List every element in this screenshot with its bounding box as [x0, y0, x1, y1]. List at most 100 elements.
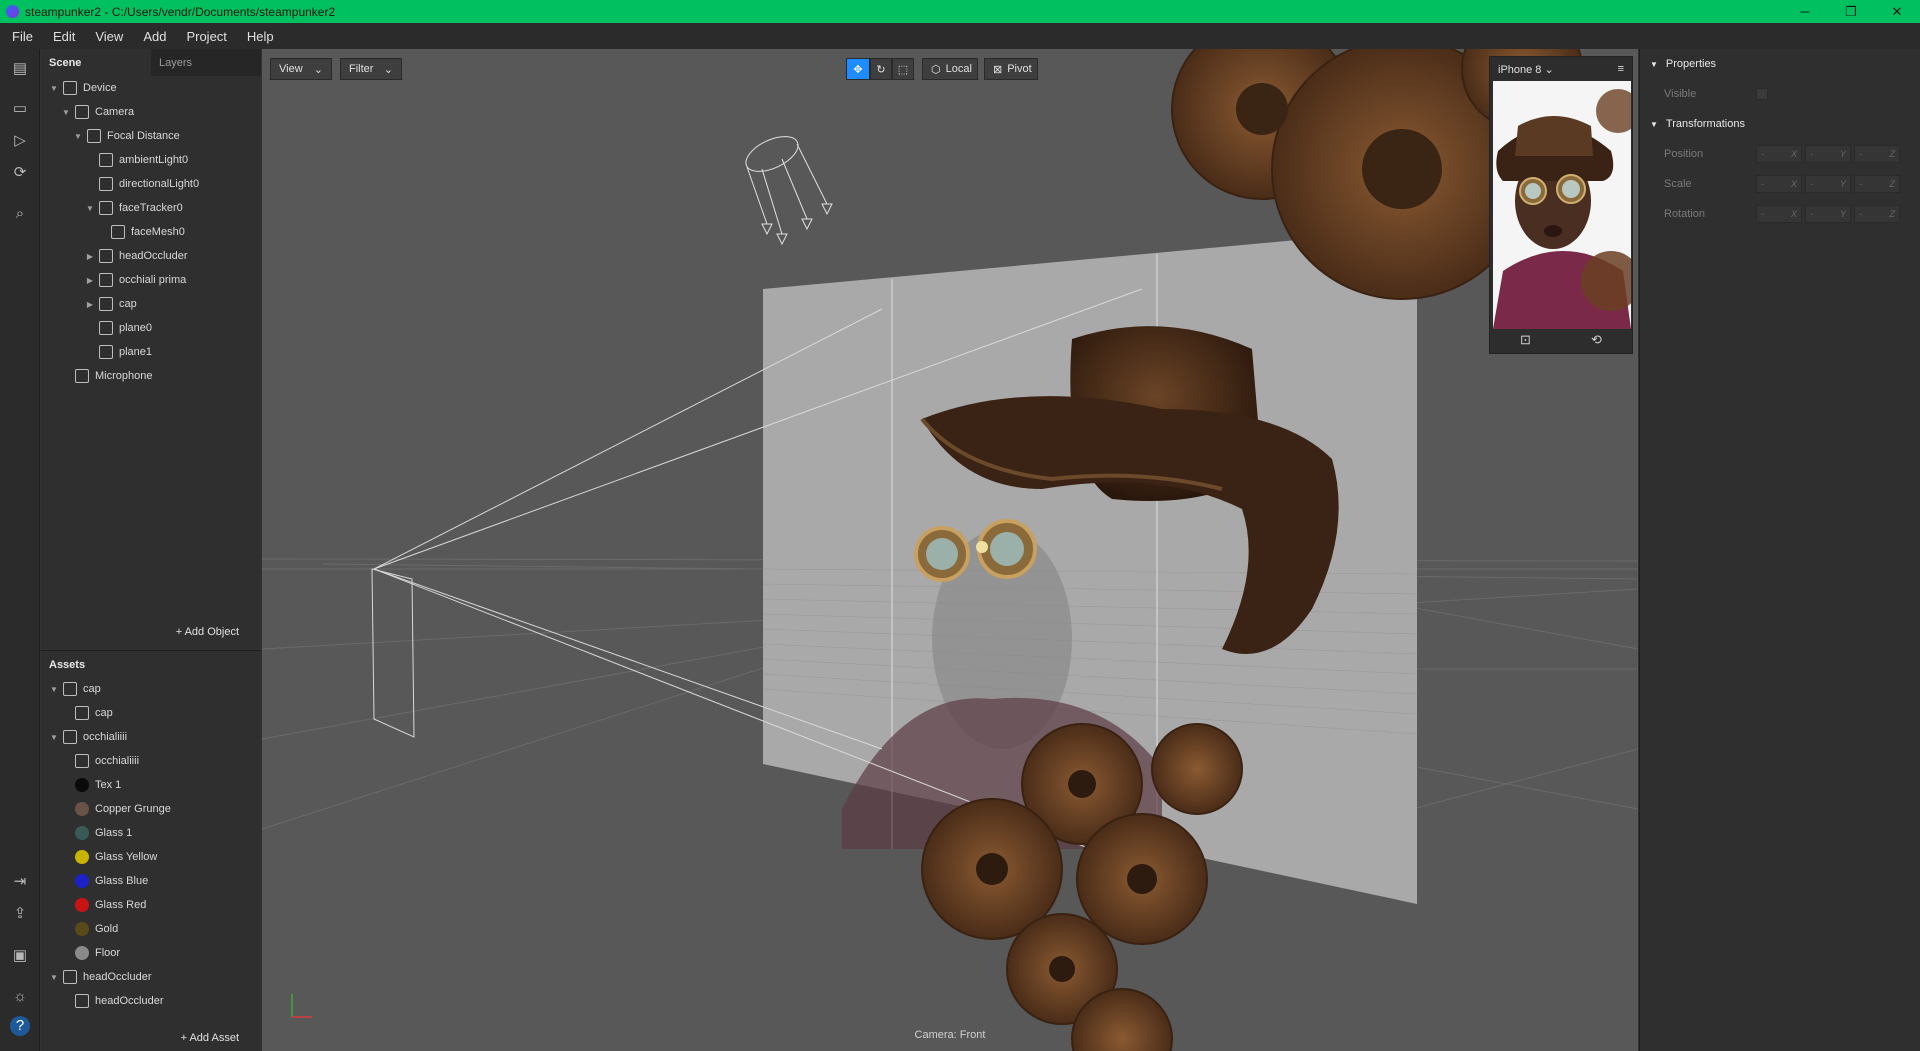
object-icon — [99, 273, 113, 287]
assets-item[interactable]: Glass Red — [61, 893, 146, 917]
add-object-button[interactable]: + Add Object — [41, 620, 261, 644]
video-icon[interactable]: ▭ — [10, 99, 30, 119]
scene-item[interactable]: ▼ Camera — [61, 100, 134, 124]
menu-file[interactable]: File — [0, 29, 41, 44]
assets-item[interactable]: Copper Grunge — [61, 797, 171, 821]
expand-arrow-icon[interactable]: ▼ — [49, 733, 59, 742]
scene-item[interactable]: ambientLight0 — [85, 148, 188, 172]
scene-item[interactable]: ▶ cap — [85, 292, 137, 316]
device-select[interactable]: iPhone 8 ⌄ — [1498, 63, 1554, 76]
scene-item[interactable]: ▼ faceTracker0 — [85, 196, 183, 220]
assets-item[interactable]: Glass Yellow — [61, 845, 157, 869]
menu-project[interactable]: Project — [174, 29, 234, 44]
chevron-down-icon: ⌄ — [313, 63, 323, 76]
search-icon[interactable]: ⌕ — [10, 204, 30, 224]
expand-arrow-icon[interactable]: ▼ — [49, 84, 59, 93]
scale-z-field[interactable]: -Z — [1854, 175, 1900, 193]
properties-section[interactable]: ▼ Properties — [1640, 49, 1920, 79]
rotation-z-field[interactable]: -Z — [1854, 205, 1900, 223]
assets-item[interactable]: headOccluder — [61, 989, 164, 1013]
rotation-x-field[interactable]: -X — [1756, 205, 1802, 223]
cube-icon: ⬡ — [931, 63, 941, 76]
login-icon[interactable]: ⇥ — [10, 872, 30, 892]
menu-help[interactable]: Help — [235, 29, 282, 44]
position-z-field[interactable]: -Z — [1854, 145, 1900, 163]
material-swatch-icon — [75, 850, 89, 864]
expand-arrow-icon[interactable]: ▶ — [85, 300, 95, 309]
add-asset-button[interactable]: + Add Asset — [41, 1025, 261, 1051]
visible-label: Visible — [1664, 88, 1697, 100]
expand-arrow-icon[interactable]: ▶ — [85, 252, 95, 261]
scene-item[interactable]: plane1 — [85, 340, 152, 364]
library-icon[interactable]: ▣ — [10, 946, 30, 966]
file-icon — [63, 730, 77, 744]
tab-scene[interactable]: Scene — [41, 49, 151, 76]
rotation-y-field[interactable]: -Y — [1805, 205, 1851, 223]
device-preview: iPhone 8 ⌄ ≡ ⊡ ⟲ — [1489, 56, 1633, 354]
assets-item[interactable]: ▼ cap — [49, 677, 101, 701]
minimize-button[interactable]: ─ — [1782, 0, 1828, 23]
scene-item[interactable]: ▼ Device — [49, 76, 117, 100]
scene-panel-icon[interactable]: ▤ — [10, 59, 30, 79]
expand-arrow-icon[interactable]: ▼ — [49, 973, 59, 982]
pivot-toggle[interactable]: ⊠ Pivot — [984, 58, 1038, 80]
expand-arrow-icon[interactable]: ▼ — [73, 132, 83, 141]
close-button[interactable]: ✕ — [1874, 0, 1920, 23]
bug-icon[interactable]: ☼ — [10, 987, 30, 1007]
scale-tool-button[interactable]: ⬚ — [892, 58, 914, 80]
share-icon[interactable]: ⇪ — [10, 904, 30, 924]
local-label: Local — [945, 63, 972, 75]
scene-item[interactable]: directionalLight0 — [85, 172, 199, 196]
scene-item[interactable]: ▶ occhiali prima — [85, 268, 186, 292]
position-x-field[interactable]: -X — [1756, 145, 1802, 163]
expand-arrow-icon[interactable]: ▼ — [49, 685, 59, 694]
material-swatch-icon — [75, 874, 89, 888]
play-icon[interactable]: ▷ — [10, 131, 30, 151]
local-toggle[interactable]: ⬡ Local — [922, 58, 978, 80]
assets-item[interactable]: Glass 1 — [61, 821, 132, 845]
capture-icon[interactable]: ⊡ — [1520, 332, 1531, 348]
visible-checkbox[interactable] — [1756, 88, 1768, 100]
assets-item[interactable]: Gold — [61, 917, 118, 941]
scale-x-field[interactable]: -X — [1756, 175, 1802, 193]
rotate-icon: ↻ — [876, 63, 886, 76]
rotate-tool-button[interactable]: ↻ — [870, 58, 892, 80]
tab-layers[interactable]: Layers — [151, 49, 261, 76]
scene-item-label: Microphone — [95, 370, 153, 382]
expand-arrow-icon[interactable]: ▼ — [61, 108, 71, 117]
refresh-icon[interactable]: ⟳ — [10, 163, 30, 183]
assets-item[interactable]: occhialiiii — [61, 749, 139, 773]
expand-arrow-icon[interactable]: ▶ — [85, 276, 95, 285]
help-icon[interactable]: ? — [10, 1016, 30, 1036]
move-tool-button[interactable]: ✥ — [846, 58, 870, 80]
scene-item[interactable]: ▼ Focal Distance — [73, 124, 180, 148]
menu-edit[interactable]: Edit — [41, 29, 83, 44]
viewport[interactable]: View ⌄ Filter ⌄ ✥ ↻ ⬚ ⬡ Local ⊠ Pivot iPhone… — [262, 49, 1638, 1051]
assets-item[interactable]: ▼ occhialiiii — [49, 725, 127, 749]
assets-item-label: cap — [95, 707, 113, 719]
menu-icon[interactable]: ≡ — [1618, 63, 1624, 75]
rotate-device-icon[interactable]: ⟲ — [1591, 332, 1602, 348]
scene-item[interactable]: faceMesh0 — [97, 220, 185, 244]
menu-view[interactable]: View — [83, 29, 131, 44]
position-row: Position -X -Y -Z — [1640, 139, 1920, 169]
assets-item-label: headOccluder — [95, 995, 164, 1007]
filter-dropdown[interactable]: Filter ⌄ — [340, 58, 402, 80]
scene-item[interactable]: Microphone — [61, 364, 152, 388]
assets-item[interactable]: ▼ headOccluder — [49, 965, 152, 989]
assets-item[interactable]: cap — [61, 701, 113, 725]
assets-item[interactable]: Tex 1 — [61, 773, 121, 797]
menu-add[interactable]: Add — [131, 29, 174, 44]
restore-button[interactable]: ❐ — [1828, 0, 1874, 23]
scene-item[interactable]: plane0 — [85, 316, 152, 340]
pivot-icon: ⊠ — [993, 63, 1003, 76]
scene-item[interactable]: ▶ headOccluder — [85, 244, 188, 268]
view-dropdown[interactable]: View ⌄ — [270, 58, 332, 80]
assets-header: Assets — [49, 659, 86, 671]
scale-y-field[interactable]: -Y — [1805, 175, 1851, 193]
position-y-field[interactable]: -Y — [1805, 145, 1851, 163]
expand-arrow-icon[interactable]: ▼ — [85, 204, 95, 213]
assets-item[interactable]: Glass Blue — [61, 869, 148, 893]
transformations-section[interactable]: ▼ Transformations — [1640, 109, 1920, 139]
assets-item[interactable]: Floor — [61, 941, 120, 965]
